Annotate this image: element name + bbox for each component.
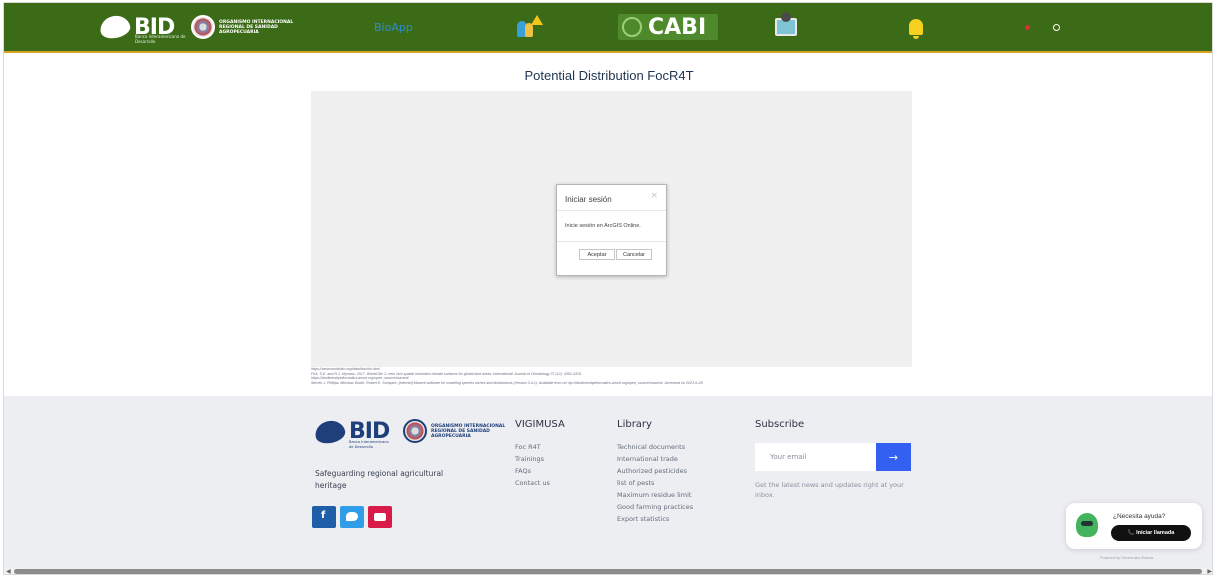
youtube-button[interactable] [368,506,392,528]
footer-link-authorized-pesticides[interactable]: Authorized pesticides [617,467,687,475]
reference-line: Steven J. Phillips, Miroslav Dudík, Robe… [311,380,704,385]
cabi-link[interactable]: CABI [618,3,718,51]
elearning-link[interactable] [775,3,797,51]
references: https://www.worldclim.org/data/bioclim.h… [311,367,912,385]
bid-logo-subtitle: Banco Interamericano de Desarrollo [135,34,186,44]
footer [4,396,1212,574]
search-button[interactable] [1053,3,1060,51]
oirsa-logo-text: ORGANISMO INTERNACIONAL REGIONAL DE SANI… [219,19,294,35]
scrollbar-thumb[interactable] [14,569,1202,574]
people-warning-icon [517,15,543,39]
dialog-message: Inicie sesión en ArcGIS Online. [565,223,641,229]
bid-logo-subtitle: Banco Interamericano de Desarrollo [349,440,389,449]
cancel-button[interactable]: Cancelar [616,249,652,260]
page-title: Potential Distribution FocR4T [524,68,694,83]
start-call-button[interactable]: 📞 Iniciar llamada [1111,525,1191,541]
twitter-icon [346,512,358,521]
twitter-button[interactable] [340,506,364,528]
footer-link-export-statistics[interactable]: Export statistics [617,515,669,523]
facebook-icon: f [321,510,326,521]
scroll-right-icon[interactable]: ▶ [1207,568,1212,574]
status-indicator [1025,3,1030,51]
bid-emblem-icon [98,13,132,41]
dialog-divider [557,210,666,211]
scroll-left-icon[interactable]: ◀ [6,568,11,574]
bell-icon [909,19,923,39]
youtube-icon [374,513,386,521]
email-input[interactable]: Your email [755,443,876,471]
search-icon [1053,23,1060,31]
library-heading: Library [617,419,652,430]
top-navbar: BID Banco Interamericano de Desarrollo O… [4,3,1212,53]
robot-avatar-icon [1076,513,1098,537]
cabi-logo: CABI [618,14,718,40]
footer-link-maximum-residue-limit[interactable]: Maximum residue limit [617,491,691,499]
browser-page: BID Banco Interamericano de Desarrollo O… [3,2,1213,575]
footer-tagline: Safeguarding regional agricultural herit… [315,469,444,490]
close-icon[interactable]: × [650,191,658,201]
oirsa-logo[interactable]: ORGANISMO INTERNACIONAL REGIONAL DE SANI… [191,3,297,51]
horizontal-scrollbar[interactable]: ◀ ▶ [4,568,1212,574]
footer-link-contact[interactable]: Contact us [515,479,550,487]
oirsa-seal-icon [191,15,215,39]
laptop-icon [775,12,797,36]
subscribe-heading: Subscribe [755,419,805,430]
footer-oirsa-logo[interactable]: ORGANISMO INTERNACIONAL REGIONAL DE SANI… [403,419,509,443]
alert-people-link[interactable] [517,3,543,51]
vigimusa-heading: VIGIMUSA [515,419,565,430]
footer-link-technical-documents[interactable]: Technical documents [617,443,685,451]
login-dialog: Iniciar sesión × Inicie sesión en ArcGIS… [556,184,667,276]
cabi-ring-icon [622,17,642,37]
subscribe-button[interactable]: → [876,443,911,471]
subscribe-note: Get the latest news and updates right at… [755,481,904,499]
facebook-button[interactable]: f [312,506,336,528]
help-widget: ¿Necesita ayuda? 📞 Iniciar llamada [1066,503,1202,549]
footer-link-faqs[interactable]: FAQs [515,467,531,475]
footer-link-list-of-pests[interactable]: list of pests [617,479,654,487]
oirsa-seal-icon [403,419,427,443]
help-title: ¿Necesita ayuda? [1113,513,1166,520]
bioapp-link[interactable]: BioApp [374,3,413,51]
bid-logo[interactable]: BID Banco Interamericano de Desarrollo [98,3,186,51]
footer-link-good-farming-practices[interactable]: Good farming practices [617,503,693,511]
notifications-button[interactable] [909,3,923,51]
bioapp-label: BioApp [374,20,413,34]
footer-link-international-trade[interactable]: International trade [617,455,678,463]
bid-emblem-icon [313,417,347,446]
powered-by[interactable]: Powered by DecenLabs Brands [1100,556,1153,560]
oirsa-logo-text: ORGANISMO INTERNACIONAL REGIONAL DE SANI… [431,423,506,439]
red-dot-icon [1025,24,1030,30]
footer-link-foc-r4t[interactable]: Foc R4T [515,443,541,451]
cabi-logo-text: CABI [648,14,707,40]
dialog-divider [557,241,666,242]
accept-button[interactable]: Aceptar [579,249,615,260]
arrow-right-icon: → [888,450,899,464]
dialog-title: Iniciar sesión [565,195,612,204]
footer-link-trainings[interactable]: Trainings [515,455,544,463]
